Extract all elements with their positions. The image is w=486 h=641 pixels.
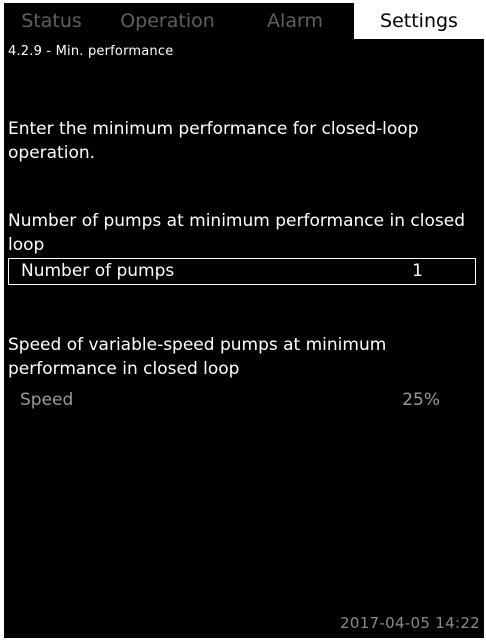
speed-label: Speed — [20, 390, 74, 410]
speed-value: 25% — [402, 390, 440, 410]
number-of-pumps-label: Number of pumps — [21, 261, 175, 281]
display-screen: Status Operation Alarm Settings 4.2.9 - … — [4, 3, 484, 638]
tab-operation[interactable]: Operation — [99, 3, 236, 39]
number-of-pumps-value: 1 — [412, 261, 423, 281]
number-of-pumps-field[interactable]: Number of pumps 1 — [8, 258, 476, 285]
datetime-display: 2017-04-05 14:22 — [340, 614, 480, 632]
description-text: Enter the minimum performance for closed… — [8, 119, 419, 163]
speed-field[interactable]: Speed 25% — [8, 387, 476, 413]
speed-section-heading: Speed of variable-speed pumps at minimum… — [8, 335, 387, 379]
tab-settings[interactable]: Settings — [354, 3, 484, 39]
pumps-section-heading: Number of pumps at minimum performance i… — [8, 211, 465, 255]
tab-status[interactable]: Status — [4, 3, 99, 39]
breadcrumb: 4.2.9 - Min. performance — [8, 44, 174, 59]
tab-alarm[interactable]: Alarm — [236, 3, 354, 39]
tab-bar: Status Operation Alarm Settings — [4, 3, 484, 39]
